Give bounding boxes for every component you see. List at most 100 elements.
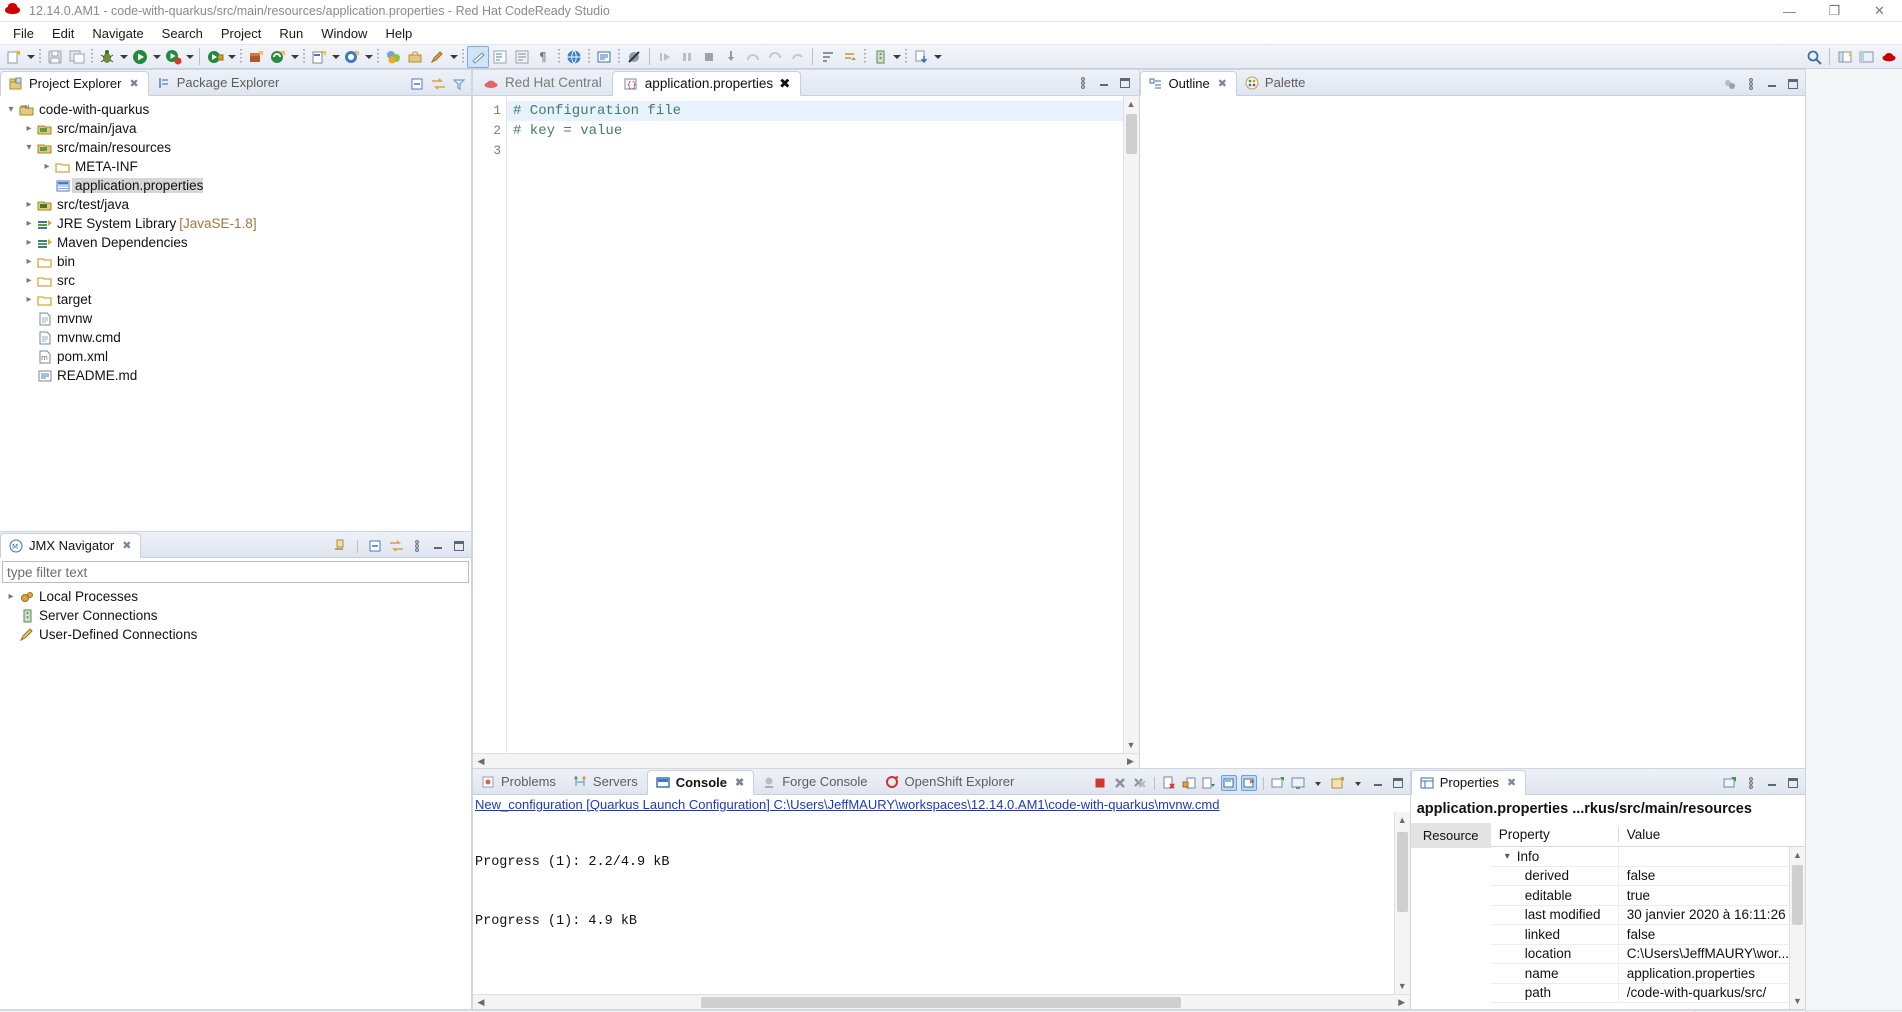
collapse-all-icon[interactable] <box>367 538 383 554</box>
view-menu-filter-icon[interactable] <box>451 76 467 92</box>
new-package-dropdown-icon[interactable] <box>363 46 374 68</box>
tab-red-hat-central[interactable]: Red Hat Central <box>473 70 612 95</box>
toggle-mark-occurrences-icon[interactable] <box>467 45 489 68</box>
tree-item-pom-xml[interactable]: m pom.xml <box>0 347 471 366</box>
chevron-down-icon[interactable]: ▾ <box>4 104 18 115</box>
properties-vertical-scrollbar[interactable]: ▲ ▼ <box>1789 847 1805 1009</box>
remove-launch-icon[interactable] <box>1112 775 1128 791</box>
clear-console-icon[interactable] <box>1161 775 1177 791</box>
run-as-dropdown-icon[interactable] <box>184 46 195 68</box>
chevron-right-icon[interactable]: ▸ <box>22 123 36 134</box>
table-row[interactable]: last modified 30 janvier 2020 à 16:11:26 <box>1490 905 1789 925</box>
link-icon[interactable] <box>388 538 404 554</box>
open-console-icon[interactable] <box>1290 775 1306 791</box>
close-icon[interactable]: ✖ <box>1218 77 1227 90</box>
open-type-icon[interactable] <box>382 46 404 68</box>
show-console-on-output-icon[interactable] <box>1201 775 1217 791</box>
menu-file[interactable]: File <box>4 24 43 43</box>
tab-application-properties[interactable]: {} application.properties ✖ <box>611 71 802 96</box>
maximize-button[interactable]: ❐ <box>1812 0 1857 22</box>
scroll-left-icon[interactable]: ◀ <box>475 756 487 767</box>
run-dropdown-icon[interactable] <box>151 46 162 68</box>
new-connection-icon[interactable] <box>332 538 348 554</box>
menu-edit[interactable]: Edit <box>43 24 83 43</box>
lock-scroll-icon[interactable] <box>1181 775 1197 791</box>
search-icon[interactable] <box>1803 46 1825 68</box>
scroll-down-icon[interactable]: ▼ <box>1395 978 1410 994</box>
chevron-right-icon[interactable]: ▸ <box>22 237 36 248</box>
link-with-editor-icon[interactable] <box>430 76 446 92</box>
chevron-right-icon[interactable]: ▸ <box>4 591 18 602</box>
editor-horizontal-scrollbar[interactable]: ◀ ▶ <box>473 753 1139 768</box>
tree-item-mvnw-cmd[interactable]: mvnw.cmd <box>0 328 471 347</box>
red-hat-perspective-icon[interactable] <box>1878 46 1900 68</box>
step-return-icon[interactable] <box>764 46 786 68</box>
tab-problems[interactable]: Problems <box>473 769 565 794</box>
scroll-up-icon[interactable]: ▲ <box>1790 847 1805 863</box>
menu-project[interactable]: Project <box>212 24 270 43</box>
new-connection-toolbar-icon[interactable] <box>839 46 861 68</box>
pin-console-icon[interactable] <box>1220 775 1237 791</box>
chevron-right-icon[interactable]: ▸ <box>22 294 36 305</box>
show-whitespace-icon[interactable]: ¶ <box>533 46 555 68</box>
skip-breakpoints-icon[interactable] <box>623 46 645 68</box>
table-row[interactable]: ▾ Info <box>1490 847 1789 867</box>
scrollbar-thumb[interactable] <box>701 996 1182 1008</box>
scroll-left-icon[interactable]: ◀ <box>475 997 487 1008</box>
table-row[interactable]: name application.properties <box>1490 964 1789 984</box>
scroll-down-icon[interactable]: ▼ <box>1790 993 1805 1009</box>
view-menu-icon[interactable] <box>1743 775 1759 791</box>
outline-sort-icon[interactable] <box>1722 76 1738 92</box>
tab-servers[interactable]: Servers <box>565 769 647 794</box>
maximize-icon[interactable] <box>451 538 467 554</box>
jmx-item-user-defined-connections[interactable]: User-Defined Connections <box>0 625 471 644</box>
table-row[interactable]: editable true <box>1490 886 1789 906</box>
menu-run[interactable]: Run <box>270 24 312 43</box>
open-console-dropdown-icon[interactable] <box>1310 775 1326 791</box>
new-class-dropdown-icon[interactable] <box>330 46 341 68</box>
chevron-right-icon[interactable]: ▸ <box>40 161 54 172</box>
run-external-tools-icon[interactable] <box>204 46 226 68</box>
tab-package-explorer[interactable]: Package Explorer <box>149 70 289 95</box>
scroll-right-icon[interactable]: ▶ <box>1125 756 1137 767</box>
quick-fix-icon[interactable] <box>426 46 448 68</box>
new-class-icon[interactable] <box>308 46 330 68</box>
view-menu-icon[interactable] <box>1075 75 1091 91</box>
tree-item-maven-dependencies[interactable]: ▸ Maven Dependencies <box>0 233 471 252</box>
quick-fix-dropdown-icon[interactable] <box>448 46 459 68</box>
jmx-item-server-connections[interactable]: Server Connections <box>0 606 471 625</box>
chevron-right-icon[interactable]: ▸ <box>22 275 36 286</box>
console-options-dropdown-icon[interactable] <box>1350 775 1366 791</box>
console-launch-link[interactable]: New_configuration [Quarkus Launch Config… <box>475 797 1408 812</box>
tab-palette[interactable]: Palette <box>1237 70 1314 95</box>
tree-item-src-main-resources[interactable]: ▾ src/main/resources <box>0 138 471 157</box>
editor-text-area[interactable]: 1 2 3 # Configuration file # key = value… <box>473 96 1139 753</box>
java-perspective-icon[interactable] <box>1856 46 1878 68</box>
minimize-icon[interactable] <box>1764 775 1780 791</box>
tab-console[interactable]: Console ✖ <box>646 770 755 795</box>
minimize-icon[interactable] <box>430 538 446 554</box>
new-maven-project-icon[interactable] <box>245 46 267 68</box>
scroll-down-icon[interactable]: ▼ <box>1124 737 1139 753</box>
resume-icon[interactable] <box>654 46 676 68</box>
tree-item-src-main-java[interactable]: ▸ src/main/java <box>0 119 471 138</box>
view-menu-icon[interactable] <box>1743 76 1759 92</box>
tab-project-explorer[interactable]: Project Explorer ✖ <box>0 71 149 96</box>
tree-item-application-properties[interactable]: application.properties <box>0 176 471 195</box>
minimize-button[interactable]: — <box>1767 0 1812 22</box>
tab-openshift-explorer[interactable]: OpenShift Explorer <box>877 769 1024 794</box>
save-all-icon[interactable] <box>66 46 88 68</box>
menu-navigate[interactable]: Navigate <box>83 24 152 43</box>
console-vertical-scrollbar[interactable]: ▲ ▼ <box>1393 812 1410 994</box>
tree-item-meta-inf[interactable]: ▸ META-INF <box>0 157 471 176</box>
maximize-icon[interactable] <box>1785 76 1801 92</box>
chevron-down-icon[interactable]: ▾ <box>22 142 36 153</box>
menu-search[interactable]: Search <box>153 24 212 43</box>
new-console-view-icon[interactable] <box>1270 775 1286 791</box>
suspend-icon[interactable] <box>676 46 698 68</box>
maximize-icon[interactable] <box>1785 775 1801 791</box>
download-dropdown-icon[interactable] <box>932 46 943 68</box>
properties-tab-resource[interactable]: Resource <box>1410 823 1491 848</box>
tree-item-src-test-java[interactable]: ▸ src/test/java <box>0 195 471 214</box>
tab-outline[interactable]: Outline ✖ <box>1139 71 1237 96</box>
